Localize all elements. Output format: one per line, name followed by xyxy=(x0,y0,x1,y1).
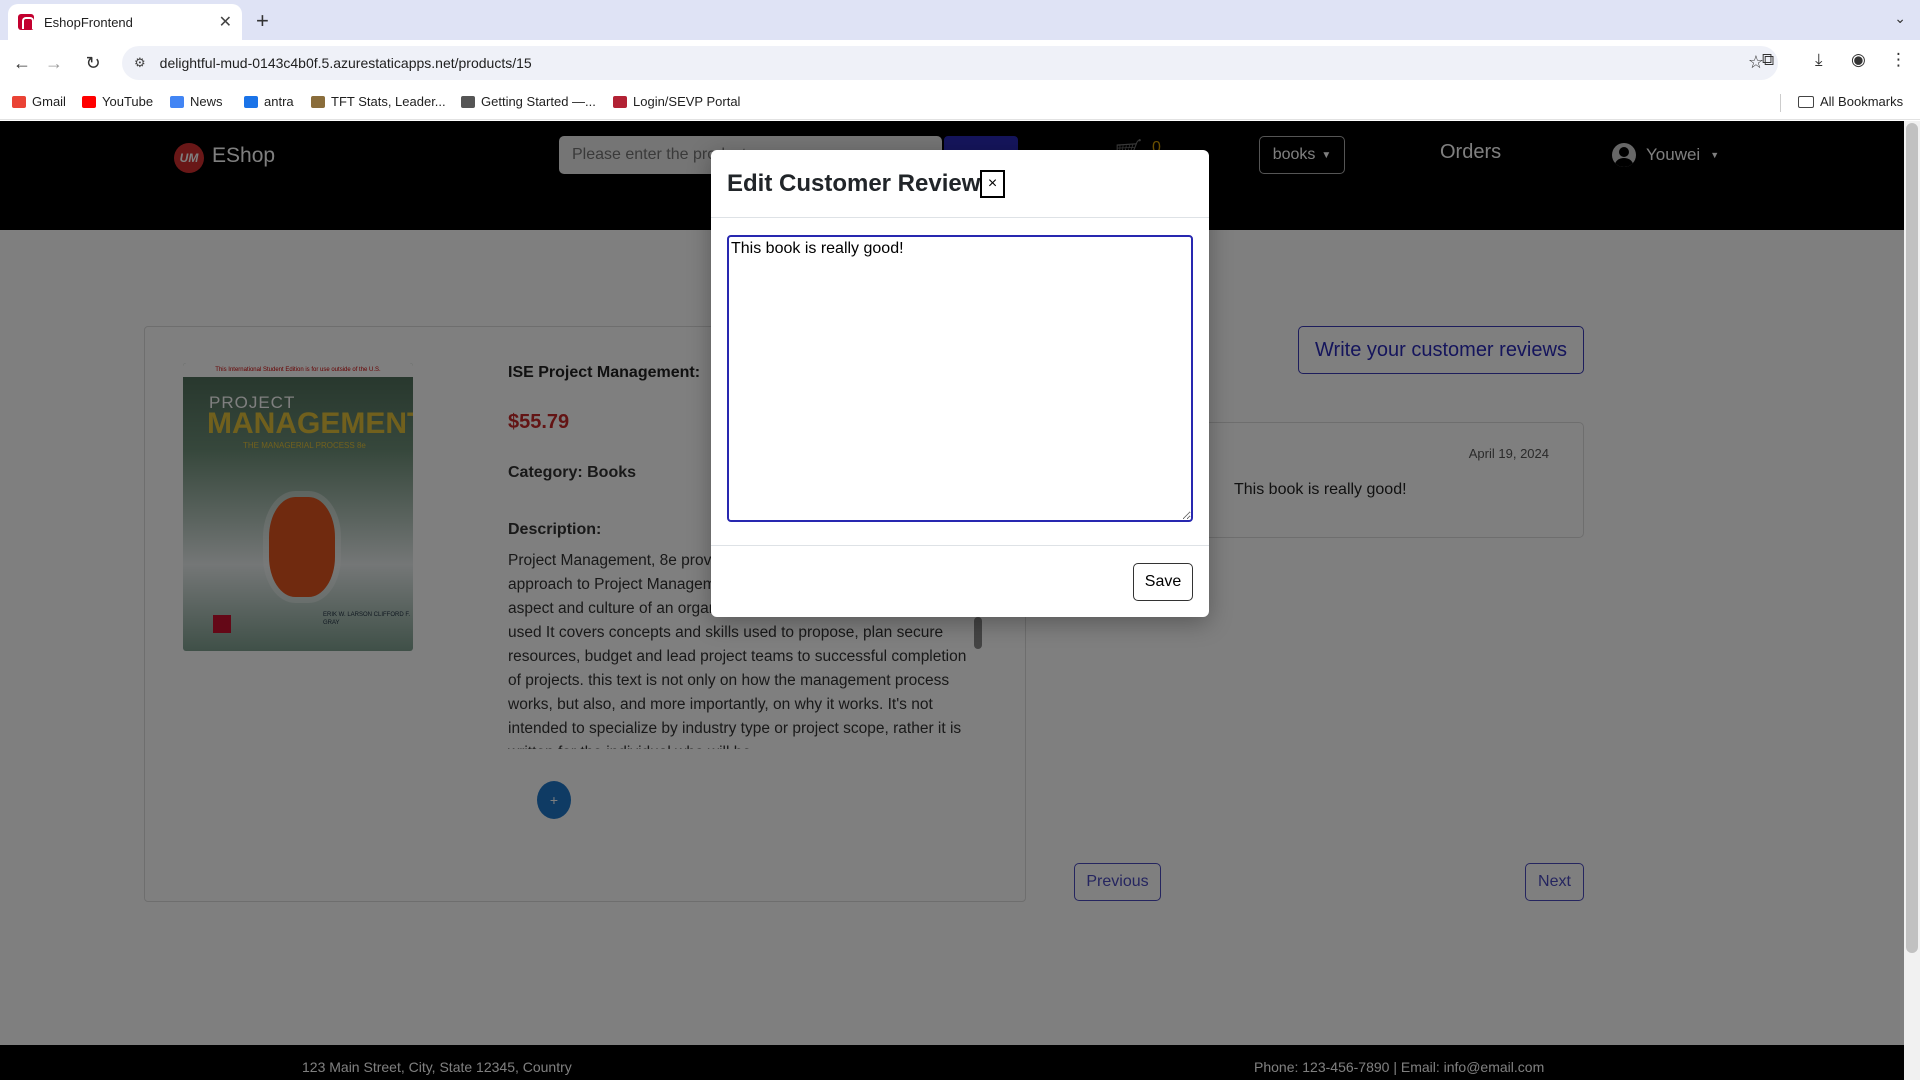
profile-icon[interactable]: ◉ xyxy=(1851,50,1866,70)
extensions-icon[interactable]: ⧉ xyxy=(1762,50,1774,70)
bookmark-getting-started[interactable]: Getting Started —... xyxy=(461,94,596,109)
gmail-icon xyxy=(12,95,26,108)
modal-header: Edit Customer Reviews: × xyxy=(711,150,1209,218)
modal-footer: Save xyxy=(711,545,1209,617)
modal-title: Edit Customer Reviews: xyxy=(727,170,1002,197)
bookmark-youtube[interactable]: YouTube xyxy=(82,94,153,109)
new-tab-icon[interactable]: + xyxy=(256,8,269,34)
close-tab-icon[interactable]: ✕ xyxy=(219,12,232,32)
us-flag-icon xyxy=(613,95,627,108)
page-scrollbar-thumb[interactable] xyxy=(1906,123,1918,953)
tab-search-chevron-icon[interactable]: ⌄ xyxy=(1894,10,1906,27)
browser-menu-icon[interactable]: ⋮ xyxy=(1890,50,1907,70)
all-bookmarks[interactable]: All Bookmarks xyxy=(1798,94,1903,109)
save-button[interactable]: Save xyxy=(1133,563,1193,601)
browser-tab[interactable]: EshopFrontend ✕ xyxy=(8,4,242,40)
close-modal-button[interactable]: × xyxy=(980,170,1005,198)
news-icon xyxy=(170,95,184,108)
bookmark-sevp-portal[interactable]: Login/SEVP Portal xyxy=(613,94,740,109)
bookmark-tft-stats[interactable]: TFT Stats, Leader... xyxy=(311,94,446,109)
tft-icon xyxy=(311,95,325,108)
bookmark-antra[interactable]: antra xyxy=(244,94,294,109)
address-bar[interactable]: ⚙ delightful-mud-0143c4b0f.5.azurestatic… xyxy=(122,46,1778,80)
reload-icon[interactable]: ↻ xyxy=(79,49,107,77)
browser-toolbar: ← → ↻ ⚙ delightful-mud-0143c4b0f.5.azure… xyxy=(0,40,1920,86)
browser-tab-strip: EshopFrontend ✕ + ⌄ xyxy=(0,0,1920,40)
site-settings-icon[interactable]: ⚙ xyxy=(134,55,146,71)
folder-icon xyxy=(1798,95,1814,108)
bookmark-news[interactable]: News xyxy=(170,94,223,109)
url-text[interactable]: delightful-mud-0143c4b0f.5.azurestaticap… xyxy=(160,55,532,71)
forward-arrow-icon[interactable]: → xyxy=(40,49,68,77)
angular-favicon-icon xyxy=(18,14,34,30)
bookmark-gmail[interactable]: Gmail xyxy=(12,94,66,109)
download-icon[interactable]: ⤓ xyxy=(1815,50,1823,70)
antra-icon xyxy=(244,95,258,108)
back-arrow-icon[interactable]: ← xyxy=(8,49,36,77)
bookmarks-divider xyxy=(1780,94,1781,112)
review-textarea[interactable]: This book is really good! xyxy=(727,235,1193,522)
tab-title: EshopFrontend xyxy=(44,14,133,30)
bookmarks-bar: Gmail YouTube News antra TFT Stats, Lead… xyxy=(0,86,1920,120)
document-icon xyxy=(461,95,475,108)
youtube-icon xyxy=(82,95,96,108)
edit-review-modal: Edit Customer Reviews: × This book is re… xyxy=(711,150,1209,617)
